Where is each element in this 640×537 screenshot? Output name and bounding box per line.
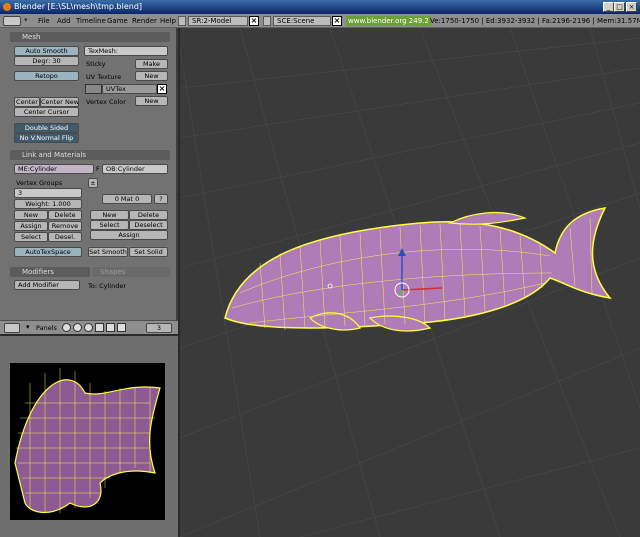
menu-game[interactable]: Game bbox=[107, 17, 128, 25]
uv-canvas[interactable] bbox=[10, 363, 165, 520]
scene-stats: Ve:1750-1750 | Ed:3932-3932 | Fa:2196-21… bbox=[430, 17, 640, 25]
logic-icon[interactable] bbox=[62, 323, 71, 332]
modifiers-tab-label: Modifiers bbox=[22, 268, 54, 276]
buttons-window: Mesh Auto Smooth Degr: 30 Retopo Center … bbox=[0, 28, 178, 334]
material-query-button[interactable]: ? bbox=[154, 194, 168, 204]
screen-delete-button[interactable]: × bbox=[249, 16, 259, 26]
center-button[interactable]: Center bbox=[14, 97, 40, 107]
menu-help[interactable]: Help bbox=[160, 17, 176, 25]
screen-field[interactable]: SR:2-Model bbox=[188, 16, 248, 26]
title-bar: Blender [E:\SL\mesh\tmp.blend] _ □ × bbox=[0, 0, 640, 14]
material-new-button[interactable]: New bbox=[90, 210, 129, 220]
close-button[interactable]: × bbox=[626, 2, 637, 12]
buttons-header: ▾ Panels 3 bbox=[0, 320, 178, 334]
vertex-groups-label: Vertex Groups bbox=[16, 179, 63, 187]
scene-browse-icon[interactable] bbox=[263, 16, 271, 26]
set-smooth-button[interactable]: Set Smooth bbox=[88, 247, 128, 257]
object-icon[interactable] bbox=[95, 323, 104, 332]
link-panel-title: Link and Materials bbox=[22, 151, 87, 159]
center-new-button[interactable]: Center New bbox=[40, 97, 79, 107]
add-modifier-button[interactable]: Add Modifier bbox=[14, 280, 80, 290]
material-assign-button[interactable]: Assign bbox=[90, 230, 168, 240]
vgroup-deselect-button[interactable]: Desel. bbox=[48, 232, 82, 242]
mesh-datablock-field[interactable]: ME:Cylinder bbox=[14, 164, 94, 174]
center-cursor-button[interactable]: Center Cursor bbox=[14, 107, 79, 117]
material-delete-button[interactable]: Delete bbox=[129, 210, 168, 220]
screen-browse-icon[interactable] bbox=[178, 16, 186, 26]
scene-icon[interactable] bbox=[117, 323, 126, 332]
vgroup-delete-button[interactable]: Delete bbox=[48, 210, 82, 220]
3d-viewport[interactable] bbox=[180, 28, 640, 537]
window-title: Blender [E:\SL\mesh\tmp.blend] bbox=[14, 2, 143, 11]
panels-collapse-icon[interactable]: ▾ bbox=[26, 323, 30, 331]
menu-render[interactable]: Render bbox=[132, 17, 157, 25]
double-sided-button[interactable]: Double Sided bbox=[14, 123, 79, 133]
vgroup-remove-button[interactable]: Remove bbox=[48, 221, 82, 231]
blender-website-label: www.blender.org 249.2 bbox=[346, 16, 431, 26]
editing-icon[interactable] bbox=[106, 323, 115, 332]
uv-image-window bbox=[0, 336, 178, 537]
texmesh-field[interactable]: TexMesh: bbox=[84, 46, 168, 56]
vertex-color-label: Vertex Color bbox=[86, 98, 126, 106]
modifiers-tab[interactable]: Modifiers bbox=[10, 267, 90, 277]
shapes-tab-label: Shapes bbox=[100, 268, 126, 276]
scene-delete-button[interactable]: × bbox=[332, 16, 342, 26]
no-vnormal-flip-button[interactable]: No V.Normal Flip bbox=[14, 133, 79, 143]
panels-label[interactable]: Panels bbox=[36, 324, 57, 332]
vgroup-add-icon[interactable]: ± bbox=[88, 178, 98, 188]
fish-mesh bbox=[224, 207, 612, 332]
mesh-panel-header[interactable]: Mesh bbox=[10, 32, 170, 42]
uvtex-name-field[interactable]: UVTex bbox=[102, 84, 157, 94]
blender-logo-icon bbox=[3, 3, 11, 11]
retopo-button[interactable]: Retopo bbox=[14, 71, 79, 81]
uv-texture-new-button[interactable]: New bbox=[135, 71, 168, 81]
menu-bar: ▾ File Add Timeline Game Render Help SR:… bbox=[0, 14, 640, 28]
autotexspace-button[interactable]: AutoTexSpace bbox=[14, 247, 82, 257]
vertex-color-new-button[interactable]: New bbox=[135, 96, 168, 106]
weight-field[interactable]: Weight: 1.000 bbox=[14, 199, 82, 209]
uvtex-delete-button[interactable]: × bbox=[157, 84, 167, 94]
mesh-panel-title: Mesh bbox=[22, 33, 41, 41]
set-solid-button[interactable]: Set Solid bbox=[129, 247, 168, 257]
material-deselect-button[interactable]: Deselect bbox=[129, 220, 168, 230]
page-number-field[interactable]: 3 bbox=[146, 323, 172, 333]
object-datablock-field[interactable]: OB:Cylinder bbox=[102, 164, 168, 174]
script-icon[interactable] bbox=[73, 323, 82, 332]
menu-timeline[interactable]: Timeline bbox=[76, 17, 106, 25]
shapes-tab[interactable]: Shapes bbox=[92, 267, 170, 277]
collapse-icon[interactable]: ▾ bbox=[24, 16, 28, 24]
degr-field[interactable]: Degr: 30 bbox=[14, 56, 79, 66]
auto-smooth-button[interactable]: Auto Smooth bbox=[14, 46, 79, 56]
shading-icon[interactable] bbox=[84, 323, 93, 332]
vgroup-new-button[interactable]: New bbox=[14, 210, 48, 220]
fake-user-label[interactable]: F bbox=[96, 165, 100, 173]
maximize-button[interactable]: □ bbox=[614, 2, 625, 12]
sticky-make-button[interactable]: Make bbox=[135, 59, 168, 69]
uv-texture-label: UV Texture bbox=[86, 73, 122, 81]
vgroup-assign-button[interactable]: Assign bbox=[14, 221, 48, 231]
info-icon[interactable] bbox=[3, 16, 21, 26]
material-select-button[interactable]: Select bbox=[90, 220, 129, 230]
link-panel-header[interactable]: Link and Materials bbox=[10, 150, 170, 160]
editor-type-icon[interactable] bbox=[4, 323, 20, 333]
uv-fish-preview bbox=[14, 368, 161, 513]
vgroup-index-field[interactable]: 3 bbox=[14, 188, 82, 198]
sticky-label: Sticky bbox=[86, 60, 106, 68]
uvtex-active-icon[interactable] bbox=[85, 84, 102, 94]
menu-file[interactable]: File bbox=[38, 17, 50, 25]
material-index-field[interactable]: 0 Mat 0 bbox=[102, 194, 152, 204]
vgroup-select-button[interactable]: Select bbox=[14, 232, 48, 242]
modifier-target-label: To: Cylinder bbox=[88, 282, 127, 290]
menu-add[interactable]: Add bbox=[57, 17, 71, 25]
viewport-scene bbox=[180, 28, 640, 537]
scene-field[interactable]: SCE:Scene bbox=[273, 16, 331, 26]
minimize-button[interactable]: _ bbox=[603, 2, 614, 12]
